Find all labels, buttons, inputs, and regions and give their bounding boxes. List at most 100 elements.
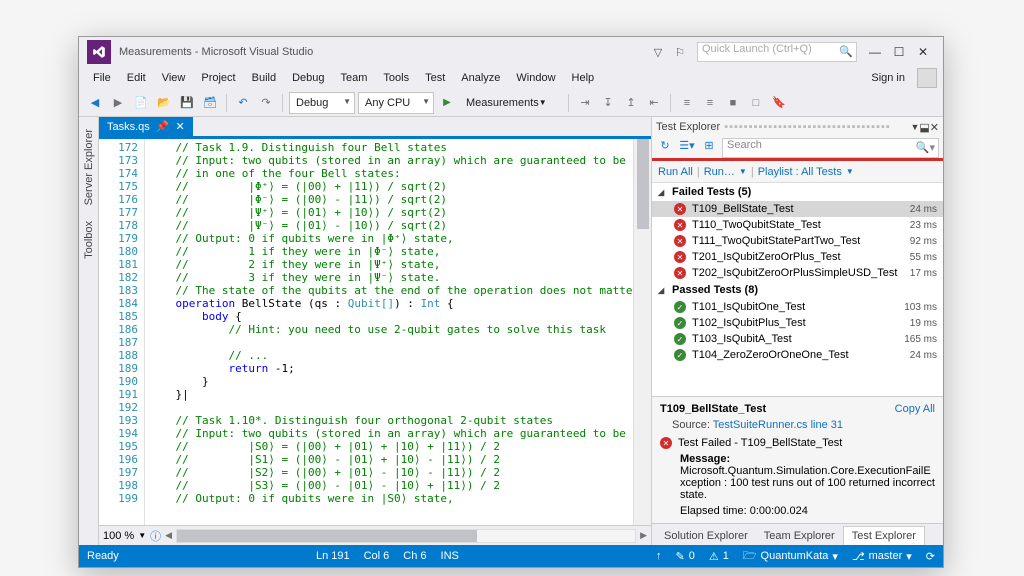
source-link[interactable]: TestSuiteRunner.cs line 31	[713, 419, 843, 431]
test-row[interactable]: ✓T101_IsQubitOne_Test103 ms	[652, 299, 943, 315]
close-panel-icon[interactable]: ✕	[930, 121, 939, 134]
start-button[interactable]: ▶	[437, 93, 457, 113]
status-publish[interactable]: ↑	[656, 550, 662, 562]
uncomment-button[interactable]: □	[746, 93, 766, 113]
scroll-thumb[interactable]	[637, 139, 649, 229]
test-row[interactable]: ✕T110_TwoQubitState_Test23 ms	[652, 217, 943, 233]
server-explorer-tab[interactable]: Server Explorer	[81, 121, 97, 213]
copy-all-link[interactable]: Copy All	[895, 403, 935, 415]
dropdown-icon[interactable]: ▼	[910, 122, 919, 132]
chevron-down-icon[interactable]: ▼	[138, 531, 146, 540]
vertical-scrollbar[interactable]	[633, 139, 651, 525]
menu-edit[interactable]: Edit	[119, 69, 154, 87]
left-tool-well: Server Explorer Toolbox	[79, 117, 99, 545]
test-row[interactable]: ✓T102_IsQubitPlus_Test19 ms	[652, 315, 943, 331]
status-warnings[interactable]: ⚠ 1	[709, 550, 729, 563]
status-line[interactable]: Ln 191	[316, 550, 350, 562]
editor-tab-active[interactable]: Tasks.qs 📌 ✕	[99, 117, 193, 136]
new-file-button[interactable]: 📄	[131, 93, 151, 113]
zoom-combo[interactable]: 100 %	[103, 530, 134, 542]
menu-view[interactable]: View	[154, 69, 194, 87]
pin-icon[interactable]: 📌	[156, 120, 170, 133]
indent-left[interactable]: ≡	[677, 93, 697, 113]
toolbox-tab[interactable]: Toolbox	[81, 213, 97, 267]
nav-back-button[interactable]: ◀	[85, 93, 105, 113]
minimize-button[interactable]: —	[863, 42, 887, 62]
menu-tools[interactable]: Tools	[375, 69, 417, 87]
status-ch[interactable]: Ch 6	[403, 550, 426, 562]
open-file-button[interactable]: 📂	[154, 93, 174, 113]
menu-team[interactable]: Team	[333, 69, 376, 87]
step-btn4[interactable]: ⇤	[644, 93, 664, 113]
solution-explorer-tab[interactable]: Solution Explorer	[656, 527, 756, 545]
run-all-link[interactable]: Run All	[658, 166, 693, 178]
save-all-button[interactable]: 🗃	[200, 93, 220, 113]
menu-project[interactable]: Project	[193, 69, 243, 87]
quick-launch-input[interactable]: Quick Launch (Ctrl+Q) 🔍	[697, 42, 857, 62]
test-list[interactable]: ◢Failed Tests (5)✕T109_BellState_Test24 …	[652, 183, 943, 396]
undo-button[interactable]: ↶	[233, 93, 253, 113]
code-editor[interactable]: 1721731741751761771781791801811821831841…	[99, 139, 651, 525]
pin-icon[interactable]: ⬓	[919, 121, 929, 134]
status-ins[interactable]: INS	[441, 550, 459, 562]
maximize-button[interactable]: ☐	[887, 42, 911, 62]
test-search-input[interactable]: Search 🔍▾	[722, 138, 939, 158]
close-button[interactable]: ✕	[911, 42, 935, 62]
horizontal-scrollbar[interactable]	[176, 529, 636, 543]
platform-combo[interactable]: Any CPU▼	[358, 92, 434, 114]
status-ready: Ready	[87, 550, 119, 562]
vs-logo-icon	[87, 40, 111, 64]
test-row[interactable]: ✕T202_IsQubitZeroOrPlusSimpleUSD_Test17 …	[652, 265, 943, 281]
step-btn2[interactable]: ↧	[598, 93, 618, 113]
step-btn1[interactable]: ⇥	[575, 93, 595, 113]
sign-in-link[interactable]: Sign in	[863, 69, 913, 87]
info-icon[interactable]: ⓘ	[150, 528, 161, 544]
playlist-link[interactable]: Playlist : All Tests	[758, 166, 842, 178]
test-row[interactable]: ✕T201_IsQubitZeroOrPlus_Test55 ms	[652, 249, 943, 265]
status-branch[interactable]: ⎇ master ▾	[852, 550, 912, 563]
status-bar: Ready Ln 191 Col 6 Ch 6 INS ↑ ✎ 0 ⚠ 1 🗁 …	[79, 545, 943, 567]
indent-right[interactable]: ≡	[700, 93, 720, 113]
run-tests-icon[interactable]: ↻	[656, 139, 674, 157]
menu-build[interactable]: Build	[244, 69, 284, 87]
menu-debug[interactable]: Debug	[284, 69, 332, 87]
team-explorer-tab[interactable]: Team Explorer	[756, 527, 843, 545]
status-errors[interactable]: ✎ 0	[676, 550, 695, 563]
notification-icon[interactable]: ▽	[649, 46, 667, 59]
test-row[interactable]: ✕T111_TwoQubitStatePartTwo_Test92 ms	[652, 233, 943, 249]
avatar-icon[interactable]	[917, 68, 937, 88]
status-col[interactable]: Col 6	[364, 550, 390, 562]
group-icon[interactable]: ☰▾	[678, 139, 696, 157]
filter-icon[interactable]: ⊞	[700, 139, 718, 157]
nav-fwd-button[interactable]: ▶	[108, 93, 128, 113]
bookmark-button[interactable]: 🔖	[769, 93, 789, 113]
redo-button[interactable]: ↷	[256, 93, 276, 113]
menu-bar: File Edit View Project Build Debug Team …	[79, 67, 943, 89]
hscroll-thumb[interactable]	[177, 530, 477, 542]
start-target-combo[interactable]: Measurements ▼	[460, 92, 562, 114]
search-icon: 🔍▾	[916, 141, 935, 154]
comment-button[interactable]: ■	[723, 93, 743, 113]
test-row[interactable]: ✕T109_BellState_Test24 ms	[652, 201, 943, 217]
save-button[interactable]: 💾	[177, 93, 197, 113]
run-link[interactable]: Run…	[704, 166, 735, 178]
chevron-down-icon: ▼	[343, 97, 351, 106]
status-project[interactable]: 🗁 QuantumKata ▾	[743, 547, 838, 566]
test-row[interactable]: ✓T104_ZeroZeroOrOneOne_Test24 ms	[652, 347, 943, 363]
test-row[interactable]: ✓T103_IsQubitA_Test165 ms	[652, 331, 943, 347]
test-explorer-tab[interactable]: Test Explorer	[843, 526, 925, 545]
close-tab-icon[interactable]: ✕	[176, 120, 185, 133]
config-combo[interactable]: Debug▼	[289, 92, 355, 114]
menu-file[interactable]: File	[85, 69, 119, 87]
feedback-icon[interactable]: ⚐	[671, 46, 689, 59]
status-sync[interactable]: ⟳	[926, 550, 935, 563]
menu-help[interactable]: Help	[564, 69, 603, 87]
menu-window[interactable]: Window	[508, 69, 563, 87]
code-content[interactable]: // Task 1.9. Distinguish four Bell state…	[145, 139, 633, 525]
scroll-right-icon[interactable]: ▶	[640, 530, 647, 541]
scroll-left-icon[interactable]: ◀	[165, 530, 172, 541]
menu-analyze[interactable]: Analyze	[453, 69, 508, 87]
message-text: Microsoft.Quantum.Simulation.Core.Execut…	[680, 465, 935, 501]
step-btn3[interactable]: ↥	[621, 93, 641, 113]
menu-test[interactable]: Test	[417, 69, 453, 87]
